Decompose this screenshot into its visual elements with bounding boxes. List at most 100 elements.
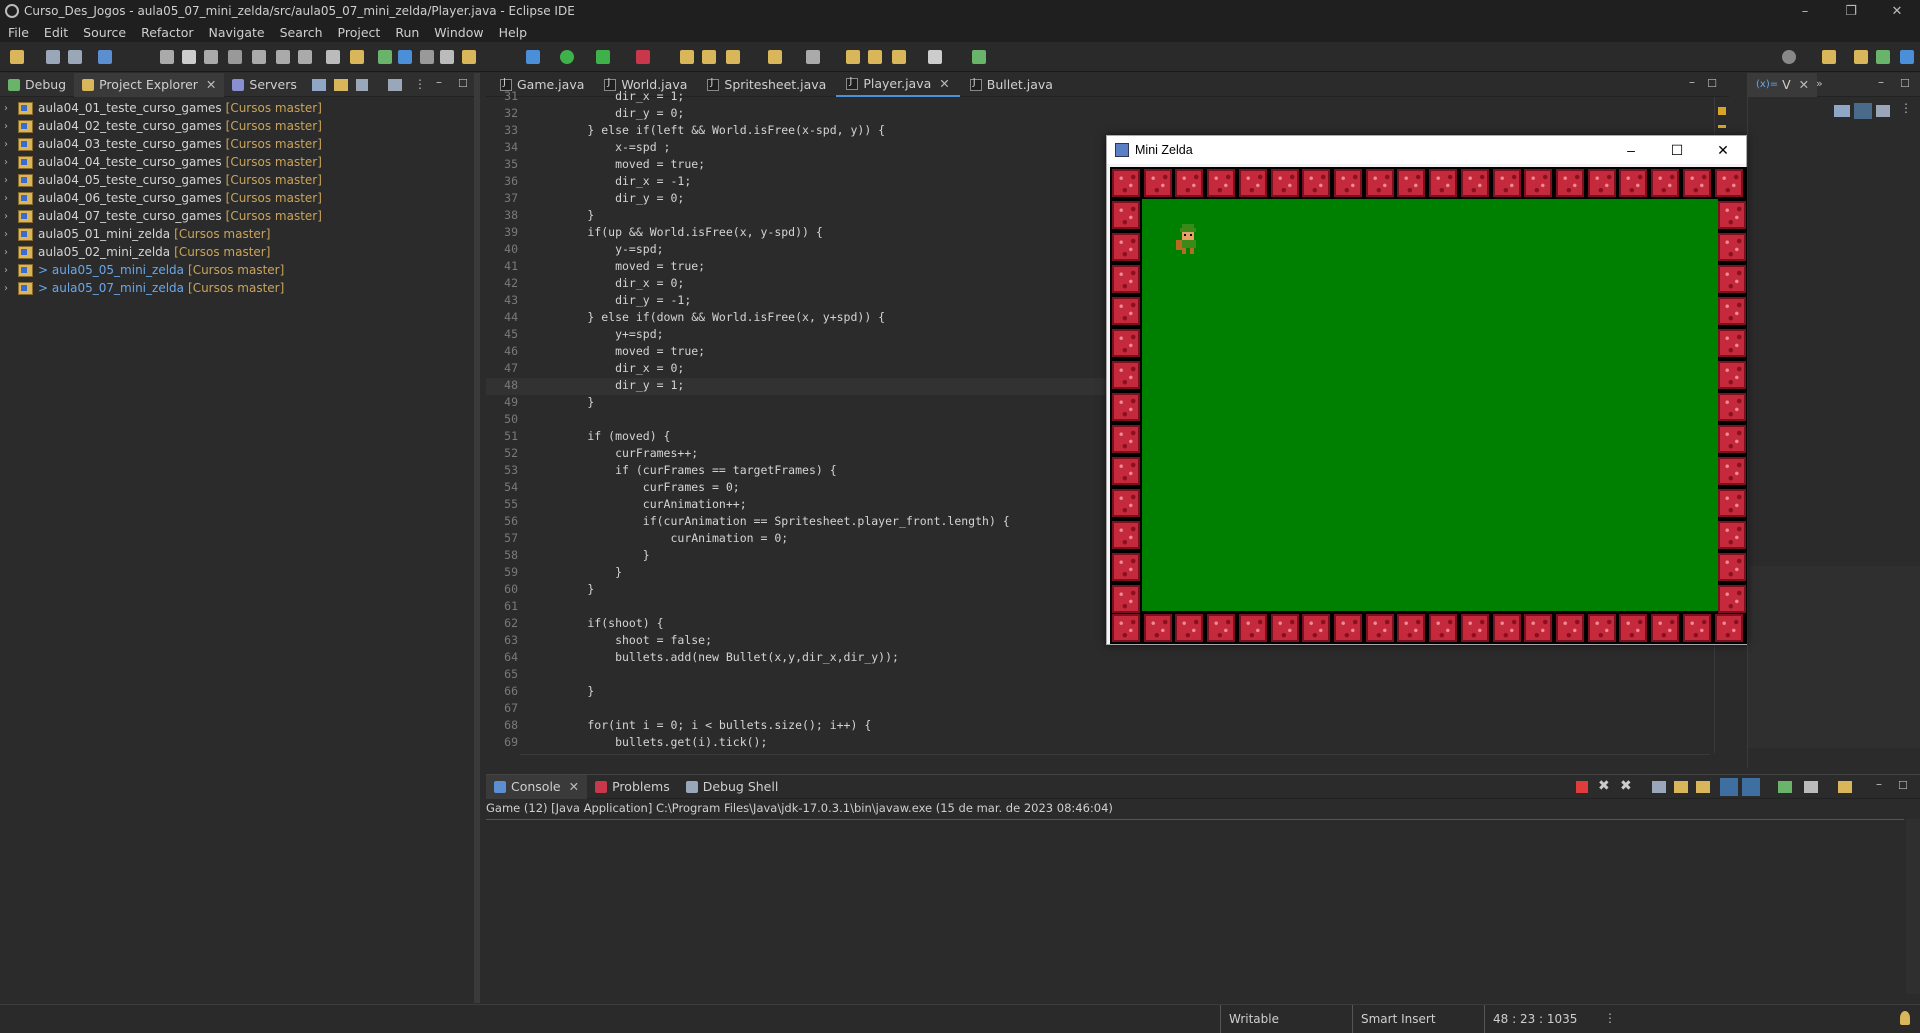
search-icon[interactable] [462, 50, 476, 64]
menu-window[interactable]: Window [430, 25, 494, 40]
chevron-right-icon[interactable]: › [4, 103, 18, 114]
code-line[interactable]: 64 bullets.add(new Bullet(x,y,dir_x,dir_… [486, 650, 1726, 667]
collapse-all-icon[interactable] [1876, 105, 1890, 117]
menu-refactor[interactable]: Refactor [137, 25, 204, 40]
status-menu-icon[interactable]: ⋮ [1604, 1011, 1616, 1025]
git-perspective-icon[interactable] [1900, 50, 1914, 64]
project-item[interactable]: › aula04_04_teste_curso_games [Cursos mast… [0, 153, 474, 171]
project-item[interactable]: › aula04_05_teste_curso_games [Cursos mast… [0, 171, 474, 189]
toggle-mark-icon[interactable] [420, 50, 434, 64]
external-tools-icon[interactable] [636, 50, 650, 64]
chevron-right-icon[interactable]: › [4, 265, 18, 276]
suspend-icon[interactable] [182, 50, 196, 64]
menu-file[interactable]: File [4, 25, 40, 40]
word-wrap-icon[interactable] [1674, 781, 1688, 793]
chevron-right-icon[interactable]: › [4, 247, 18, 258]
game-canvas[interactable] [1110, 167, 1747, 644]
open-task-icon[interactable] [680, 50, 694, 64]
maximize-view-icon[interactable]: ☐ [458, 77, 468, 90]
menu-source[interactable]: Source [79, 25, 137, 40]
chevron-right-icon[interactable]: › [4, 175, 18, 186]
project-item[interactable]: › aula04_03_teste_curso_games [Cursos mast… [0, 135, 474, 153]
menu-run[interactable]: Run [391, 25, 430, 40]
open-resource-icon[interactable] [702, 50, 716, 64]
back-history-icon[interactable] [846, 50, 860, 64]
annotation-icon[interactable] [768, 50, 782, 64]
game-close-button[interactable]: ✕ [1700, 136, 1746, 164]
link-with-editor-icon[interactable] [334, 79, 348, 91]
display-console-icon[interactable] [1742, 778, 1760, 796]
chevron-right-icon[interactable]: › [4, 139, 18, 150]
close-icon[interactable]: ✕ [1799, 77, 1809, 92]
minimize-button[interactable]: – [1782, 0, 1828, 22]
chevron-right-icon[interactable]: › [4, 211, 18, 222]
new-icon[interactable] [10, 50, 24, 64]
show-type-icon[interactable] [1834, 105, 1850, 117]
menu-help[interactable]: Help [495, 25, 539, 40]
run-icon[interactable] [560, 50, 574, 64]
menu-edit[interactable]: Edit [40, 25, 79, 40]
project-item[interactable]: › aula05_02_mini_zelda [Cursos master] [0, 243, 474, 261]
menu-project[interactable]: Project [334, 25, 392, 40]
focus-icon[interactable] [388, 79, 402, 91]
close-button[interactable]: ✕ [1874, 0, 1920, 22]
insert-mode-status[interactable]: Smart Insert [1352, 1005, 1482, 1033]
open-perspective-icon[interactable] [1822, 50, 1836, 64]
disconnect-icon[interactable] [228, 50, 242, 64]
project-item[interactable]: › > aula05_05_mini_zelda [Cursos master] [0, 261, 474, 279]
tab-variables[interactable]: (x)= V ✕ [1748, 72, 1818, 97]
maximize-view-icon[interactable]: ☐ [1898, 779, 1908, 792]
project-item[interactable]: › > aula05_07_mini_zelda [Cursos master] [0, 279, 474, 297]
tab-project-explorer[interactable]: Project Explorer ✕ [74, 72, 225, 97]
vertical-scrollbar[interactable] [1906, 819, 1920, 994]
chevron-right-icon[interactable]: › [4, 229, 18, 240]
game-minimize-button[interactable]: – [1608, 136, 1654, 164]
drop-to-frame-icon[interactable] [326, 50, 340, 64]
new-java-class-icon[interactable] [350, 50, 364, 64]
variables-detail-pane[interactable] [1748, 566, 1920, 748]
step-over-icon[interactable] [276, 50, 290, 64]
open-console-icon[interactable] [1778, 781, 1792, 793]
code-line[interactable]: 68 for(int i = 0; i < bullets.size(); i+… [486, 718, 1726, 735]
forward-icon[interactable] [928, 50, 942, 64]
maximize-view-icon[interactable]: ☐ [1900, 77, 1910, 90]
code-line[interactable]: 32 dir_y = 0; [486, 106, 1726, 123]
tab-console[interactable]: Console ✕ [486, 774, 588, 799]
code-line[interactable]: 65 [486, 667, 1726, 684]
minimize-view-icon[interactable]: – [436, 75, 442, 89]
collapse-all-icon[interactable] [312, 79, 326, 91]
close-icon[interactable]: ✕ [206, 77, 216, 92]
terminate-icon[interactable] [1576, 781, 1588, 793]
pin-editor-icon[interactable] [972, 50, 986, 64]
horizontal-scrollbar[interactable] [520, 754, 1710, 768]
project-item[interactable]: › aula04_07_teste_curso_games [Cursos mast… [0, 207, 474, 225]
coverage-icon[interactable] [596, 50, 610, 64]
new-console-icon[interactable] [1838, 781, 1852, 793]
code-line[interactable]: 31 dir_x = 1; [486, 89, 1726, 106]
tab-debug-shell[interactable]: Debug Shell [678, 775, 787, 799]
show-on-output-icon[interactable] [1696, 781, 1710, 793]
edit-icon[interactable] [726, 50, 740, 64]
highlight-icon[interactable] [398, 50, 412, 64]
back-icon[interactable] [892, 50, 906, 64]
warning-marker-icon[interactable] [1718, 107, 1726, 115]
minimize-view-icon[interactable]: – [1876, 777, 1882, 791]
menu-search[interactable]: Search [276, 25, 334, 40]
tip-icon[interactable] [1900, 1011, 1910, 1025]
quick-access-search-icon[interactable] [1782, 50, 1796, 64]
open-console-icon[interactable] [98, 50, 112, 64]
project-item[interactable]: › aula04_02_teste_curso_games [Cursos mast… [0, 117, 474, 135]
chevron-right-icon[interactable]: › [4, 283, 18, 294]
resume-icon[interactable] [160, 50, 174, 64]
minimize-editor-icon[interactable]: – [1689, 75, 1695, 89]
block-selection-icon[interactable] [440, 50, 454, 64]
marker-icon[interactable] [1718, 125, 1726, 128]
tab-problems[interactable]: Problems [587, 775, 678, 799]
java-perspective-icon[interactable] [1854, 50, 1868, 64]
code-line[interactable]: 66 } [486, 684, 1726, 701]
filter-icon[interactable] [356, 79, 368, 91]
step-return-icon[interactable] [298, 50, 312, 64]
project-item[interactable]: › aula04_01_teste_curso_games [Cursos mast… [0, 99, 474, 117]
project-item[interactable]: › aula05_01_mini_zelda [Cursos master] [0, 225, 474, 243]
save-all-icon[interactable] [68, 50, 82, 64]
